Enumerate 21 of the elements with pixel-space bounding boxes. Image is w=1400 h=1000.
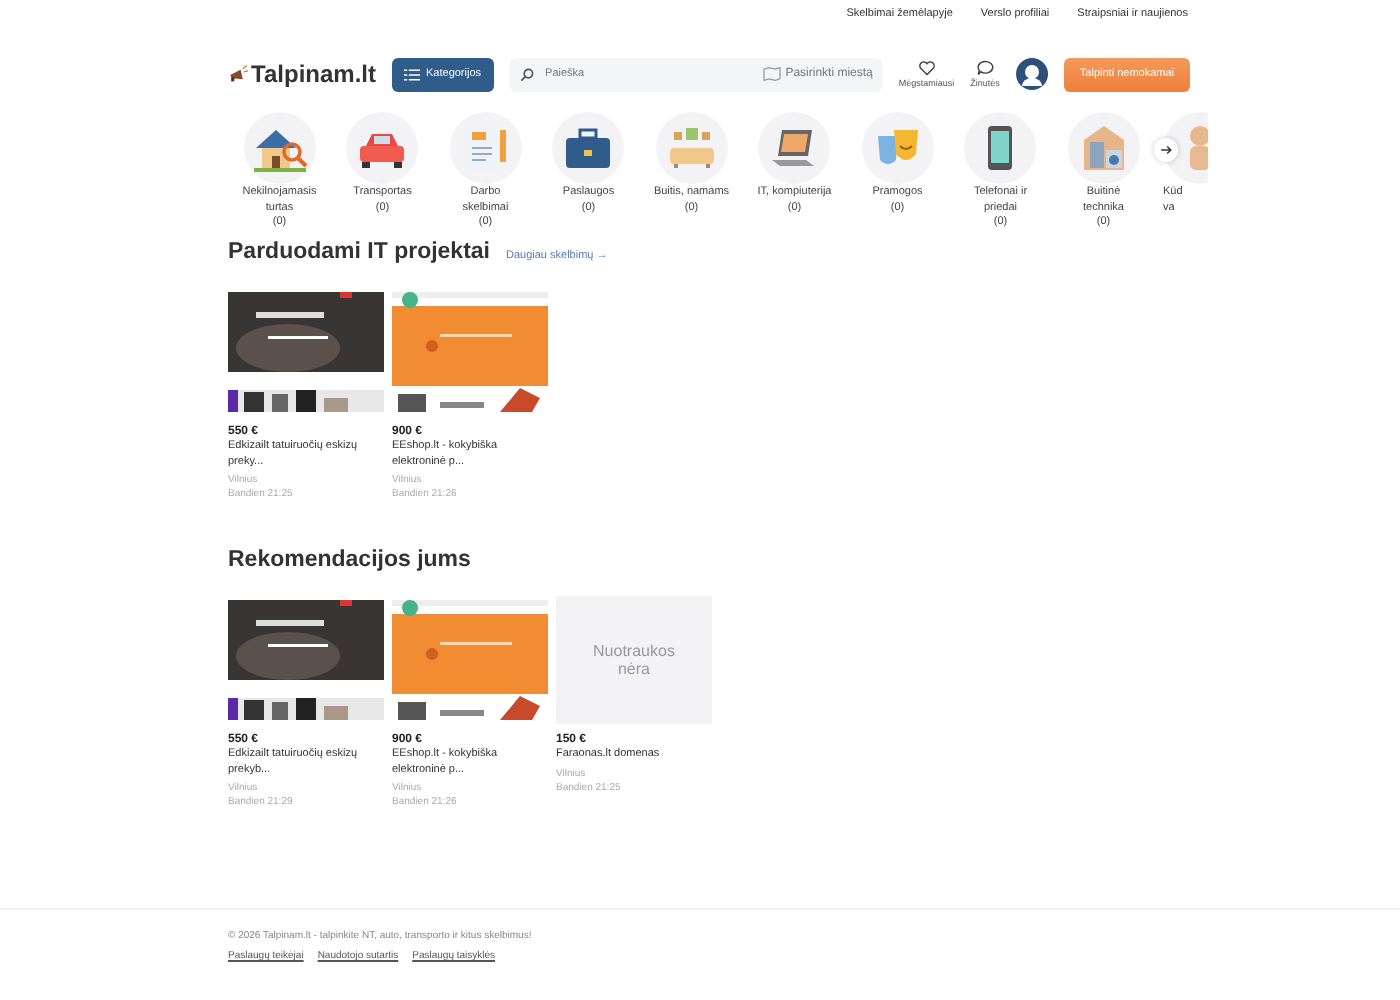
- avatar-icon[interactable]: [1015, 58, 1048, 90]
- no-photo-text: Nuotraukos nėra: [591, 642, 677, 678]
- section-title: Rekomendacijos jums: [228, 548, 471, 572]
- heart-icon: [917, 60, 936, 76]
- category-icon: [552, 112, 625, 184]
- category-icon: [655, 112, 728, 184]
- site-logo[interactable]: Talpinam.lt: [251, 60, 376, 88]
- category-icon: [346, 112, 419, 184]
- category-icon: [964, 112, 1037, 184]
- search-icon: [519, 67, 534, 81]
- arrow-right-icon: [1160, 144, 1172, 156]
- list-icon: [404, 67, 420, 81]
- category-icon: [1067, 112, 1140, 184]
- map-icon: [761, 66, 782, 82]
- category-icon: [449, 112, 522, 184]
- category-icon: [758, 112, 831, 184]
- category-icon: [243, 112, 316, 184]
- next-arrow-button[interactable]: [1154, 138, 1178, 162]
- chat-bubble-icon: [976, 60, 995, 76]
- category-icon: [861, 112, 934, 184]
- section-title: Parduodami IT projektai: [228, 240, 490, 264]
